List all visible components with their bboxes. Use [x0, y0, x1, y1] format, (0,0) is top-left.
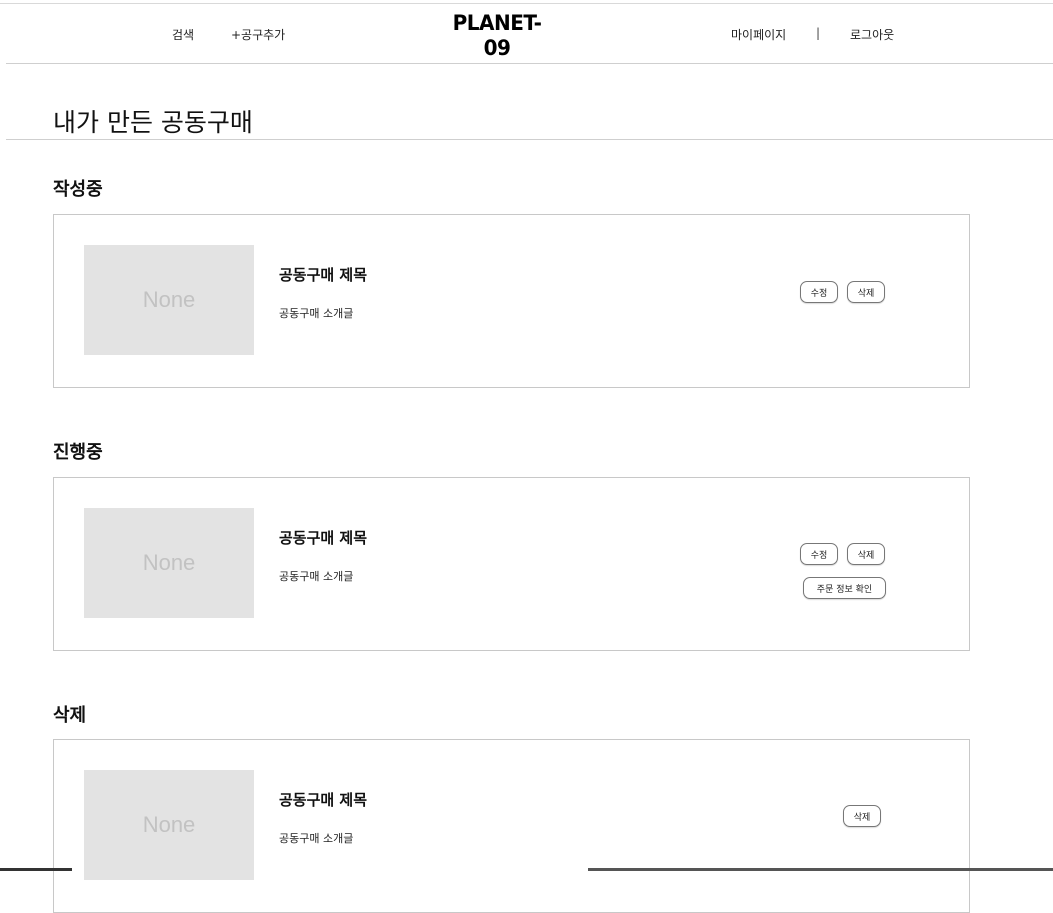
group-buy-title: 공동구매 제목	[279, 529, 368, 547]
page-title: 내가 만든 공동구매	[53, 107, 253, 137]
thumbnail-image: None	[84, 770, 254, 880]
group-buy-title: 공동구매 제목	[279, 791, 368, 809]
delete-button[interactable]: 삭제	[847, 281, 885, 303]
logo[interactable]: PLANET-09	[442, 10, 552, 60]
group-buy-card-deleted: None 공동구매 제목 공동구매 소개글 삭제	[53, 739, 970, 913]
edit-button[interactable]: 수정	[800, 543, 838, 565]
section-title-drafting: 작성중	[53, 179, 103, 200]
section-title-deleted: 삭제	[53, 705, 87, 726]
edit-button[interactable]: 수정	[800, 281, 838, 303]
group-buy-description: 공동구매 소개글	[279, 307, 354, 320]
add-group-buy-link[interactable]: +공구추가	[231, 26, 285, 43]
nav-separator: |	[816, 26, 821, 40]
logout-link[interactable]: 로그아웃	[850, 26, 894, 43]
group-buy-description: 공동구매 소개글	[279, 570, 354, 583]
page-title-bar: 내가 만든 공동구매	[6, 64, 1053, 140]
delete-button[interactable]: 삭제	[843, 805, 881, 827]
group-buy-card-in-progress: None 공동구매 제목 공동구매 소개글 수정 삭제 주문 정보 확인	[53, 477, 970, 651]
mypage-link[interactable]: 마이페이지	[731, 26, 786, 43]
site-header: 검색 +공구추가 PLANET-09 마이페이지 | 로그아웃	[6, 4, 1053, 64]
order-info-button[interactable]: 주문 정보 확인	[803, 577, 886, 599]
thumbnail-image: None	[84, 508, 254, 618]
group-buy-title: 공동구매 제목	[279, 266, 368, 284]
group-buy-description: 공동구매 소개글	[279, 832, 354, 845]
delete-button[interactable]: 삭제	[847, 543, 885, 565]
group-buy-card-drafting: None 공동구매 제목 공동구매 소개글 수정 삭제	[53, 214, 970, 388]
section-title-in-progress: 진행중	[53, 442, 103, 463]
thumbnail-image: None	[84, 245, 254, 355]
search-link[interactable]: 검색	[172, 26, 194, 43]
